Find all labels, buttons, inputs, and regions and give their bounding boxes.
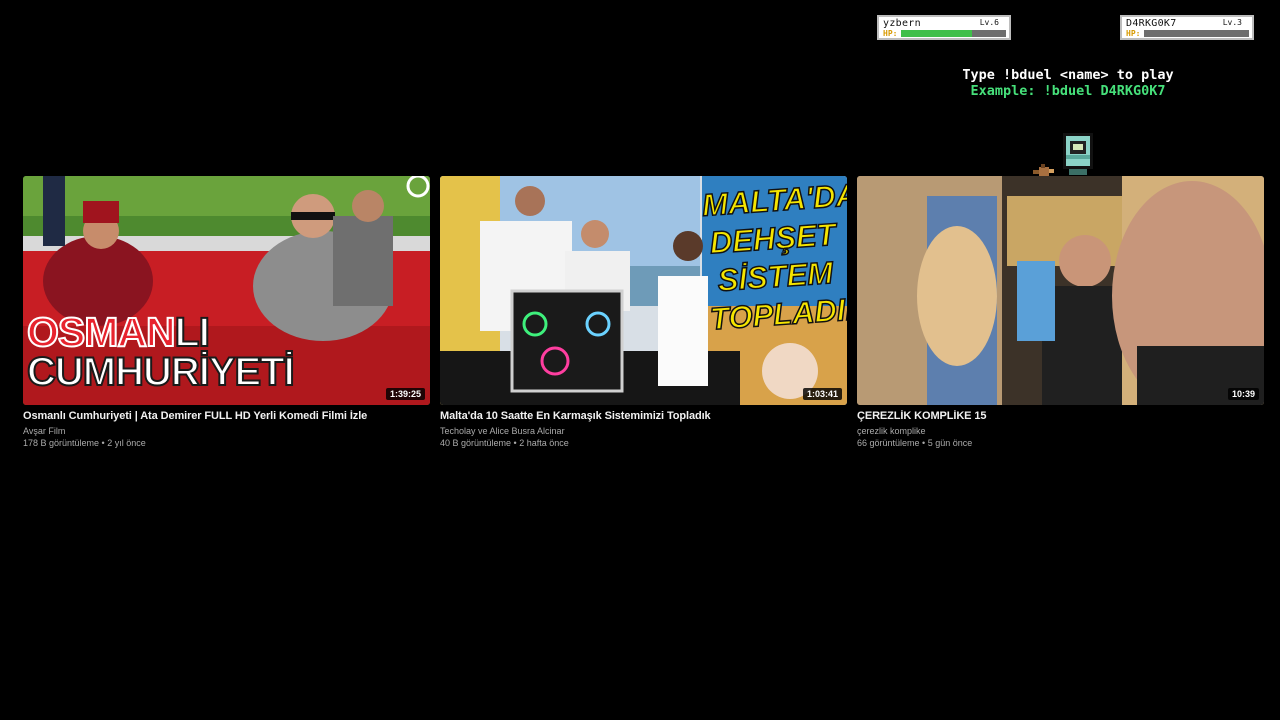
video-thumbnail[interactable]: MALTA'DA DEHŞET SİSTEM TOPLADIK 1:03:41 [440,176,847,405]
hp-bar-fill [901,30,973,37]
hp-bar [901,30,1006,37]
hp-label: HP: [883,29,898,38]
video-title[interactable]: ÇEREZLİK KOMPLİKE 15 [857,410,1264,422]
player-name: yzbern [883,18,921,29]
knight-sprite-icon [1063,133,1093,175]
video-thumbnail[interactable]: OSMANLI CUMHURİYETİ 1:39:25 [23,176,430,405]
video-title[interactable]: Malta'da 10 Saatte En Karmaşık Sistemimi… [440,410,847,422]
player-level: Lv.3 [1222,18,1242,27]
video-card[interactable]: MALTA'DA DEHŞET SİSTEM TOPLADIK 1:03:41 … [440,176,847,448]
video-duration: 10:39 [1227,388,1259,400]
video-title[interactable]: Osmanlı Cumhuriyeti | Ata Demirer FULL H… [23,410,430,422]
duel-example: Example: !bduel D4RKG0K7 [970,83,1166,99]
player-level: Lv.6 [979,18,999,27]
thumbnail-caption: MALTA'DA DEHŞET SİSTEM TOPLADIK [700,176,847,338]
player-hp-card-2: D4RKG0K7 Lv.3 HP: [1120,15,1254,40]
hp-label: HP: [1126,29,1141,38]
thumbnail-caption-white: LI [174,309,211,355]
player-name: D4RKG0K7 [1126,18,1177,29]
video-thumbnail[interactable]: 10:39 [857,176,1264,405]
duel-instruction: Type !bduel <name> to play [962,67,1174,83]
video-meta: 66 görüntüleme • 5 gün önce [857,438,973,448]
video-card[interactable]: OSMANLI CUMHURİYETİ 1:39:25 Osmanlı Cumh… [23,176,430,448]
video-meta: 40 B görüntüleme • 2 hafta önce [440,438,569,448]
thumbnail-caption: OSMANLI CUMHURİYETİ [26,309,296,394]
video-card[interactable]: 10:39 ÇEREZLİK KOMPLİKE 15 çerezlik komp… [857,176,1264,448]
channel-name[interactable]: Avşar Film [23,426,430,436]
thumbnail-caption-line2: CUMHURİYETİ [26,350,296,394]
hp-bar [1144,30,1249,37]
video-meta: 178 B görüntüleme • 2 yıl önce [23,438,146,448]
stream-screen: yzbern Lv.6 HP: D4RKG0K7 Lv.3 HP: Type !… [0,0,1280,720]
video-duration: 1:03:41 [802,388,842,400]
channel-name[interactable]: çerezlik komplike [857,426,1264,436]
player-hp-card-1: yzbern Lv.6 HP: [877,15,1011,40]
video-duration: 1:39:25 [385,388,425,400]
channel-name[interactable]: Techolay ve Alice Busra Alcinar [440,426,847,436]
thumbnail-caption-red: OSMAN [26,309,177,355]
